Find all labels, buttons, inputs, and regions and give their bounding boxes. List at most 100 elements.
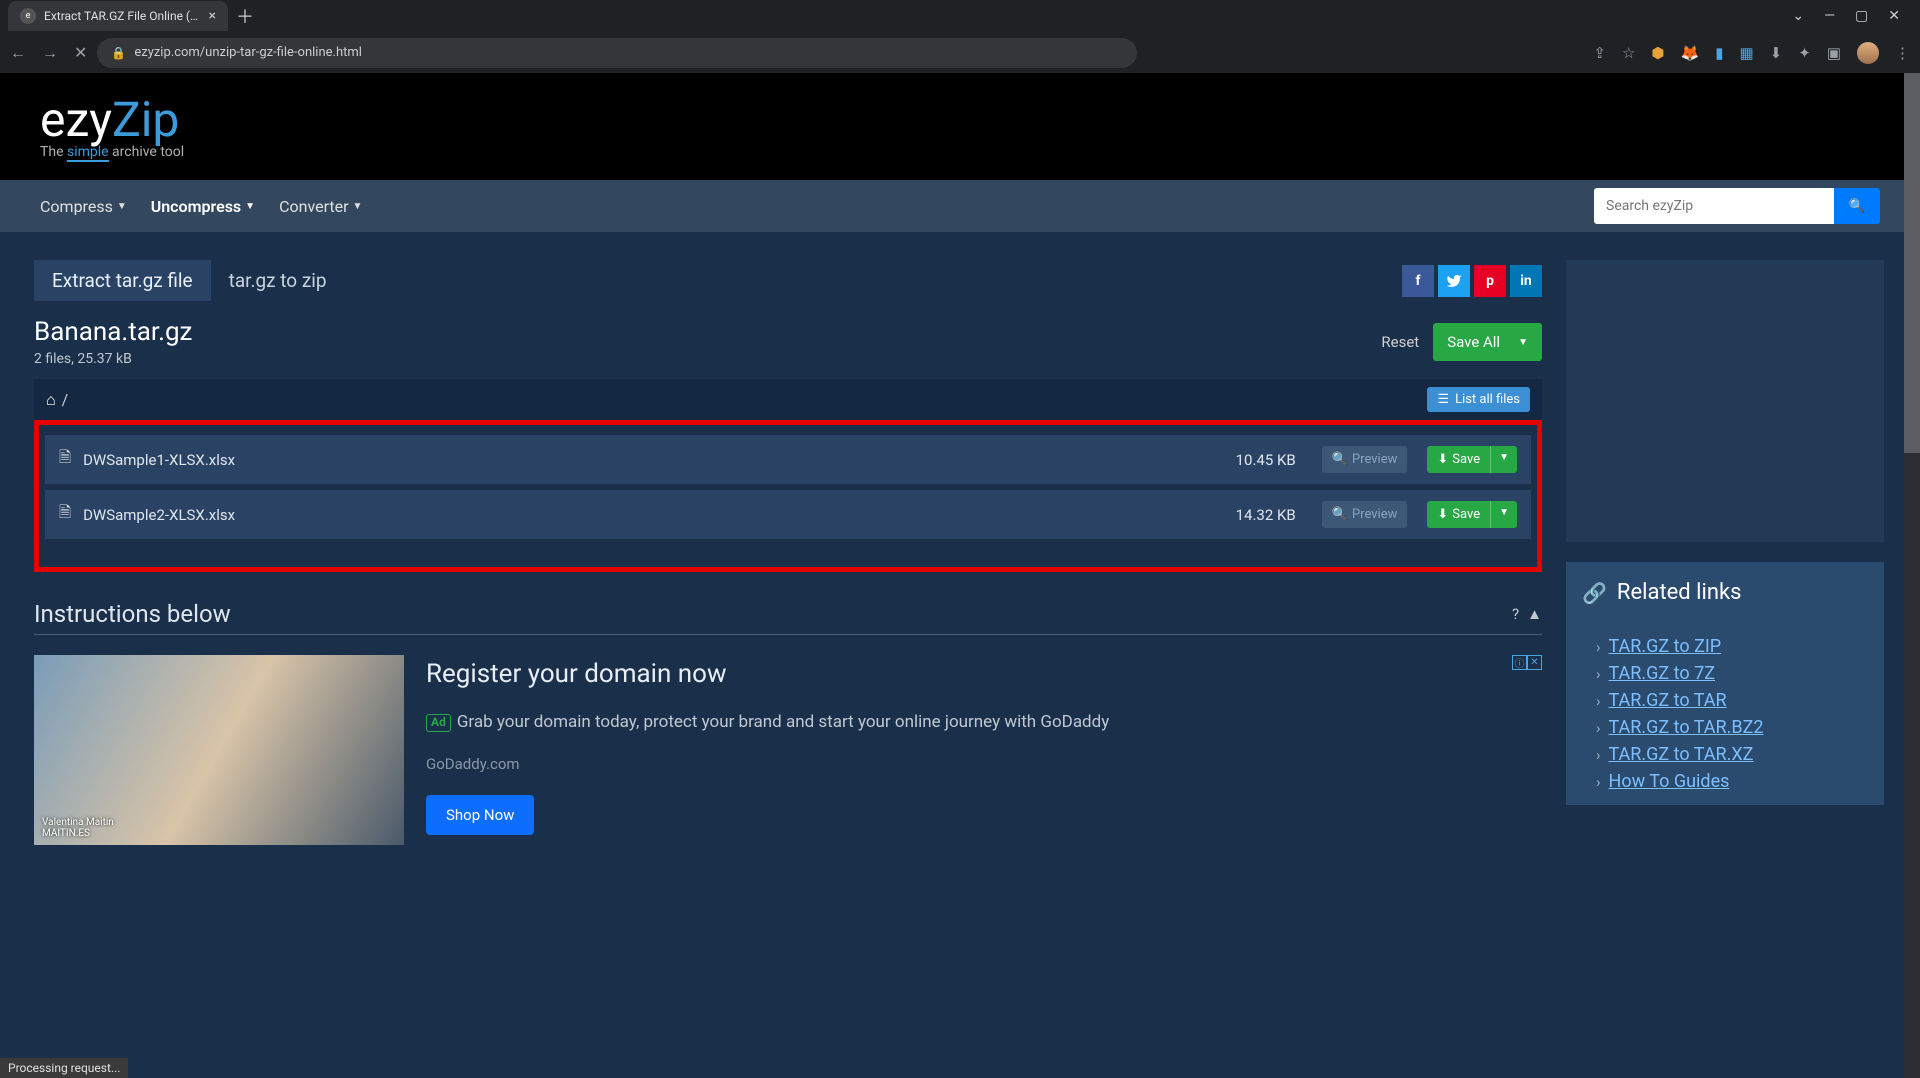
share-icon[interactable]: ⇪ xyxy=(1593,44,1606,62)
logo-part-1: ezy xyxy=(40,91,112,148)
table-row: 🗎 DWSample1-XLSX.xlsx 10.45 KB 🔍Preview … xyxy=(45,435,1531,484)
back-icon[interactable]: ← xyxy=(10,43,26,63)
file-name: DWSample2-XLSX.xlsx xyxy=(83,506,235,524)
stop-icon[interactable]: ✕ xyxy=(74,43,87,63)
list-item: › TAR.GZ to TAR.BZ2 xyxy=(1582,714,1868,741)
save-button[interactable]: ⬇Save xyxy=(1427,446,1490,473)
new-tab-button[interactable]: ＋ xyxy=(236,3,254,29)
browser-tab[interactable]: e Extract TAR.GZ File Online (No lim × xyxy=(8,1,228,31)
close-tab-icon[interactable]: × xyxy=(209,8,216,24)
save-dropdown[interactable]: ▼ xyxy=(1490,501,1517,528)
home-icon[interactable]: ⌂ xyxy=(46,390,56,410)
chevron-right-icon: › xyxy=(1596,719,1601,737)
archive-meta: 2 files, 25.37 kB xyxy=(34,351,192,367)
breadcrumb-sep: / xyxy=(62,390,69,409)
address-bar: ← → ✕ 🔒 ezyzip.com/unzip-tar-gz-file-onl… xyxy=(0,32,1920,73)
browser-chrome: e Extract TAR.GZ File Online (No lim × ＋… xyxy=(0,0,1920,73)
minimize-icon[interactable]: — xyxy=(1824,8,1835,24)
list-item: ›TAR.GZ to ZIP xyxy=(1582,633,1868,660)
preview-button[interactable]: 🔍Preview xyxy=(1322,446,1408,473)
download-icon: ⬇ xyxy=(1437,507,1448,522)
tab-title: Extract TAR.GZ File Online (No lim xyxy=(44,9,201,23)
ad-caption-2: MAITIN.ES xyxy=(42,828,114,839)
maximize-icon[interactable]: ▢ xyxy=(1855,8,1868,24)
collapse-up-icon[interactable]: ▲ xyxy=(1527,605,1542,623)
related-title: 🔗Related links xyxy=(1582,580,1868,605)
related-link[interactable]: TAR.GZ to ZIP xyxy=(1609,636,1722,657)
search-box: 🔍 xyxy=(1594,188,1880,224)
star-icon[interactable]: ☆ xyxy=(1622,44,1635,62)
status-bar: Processing request... xyxy=(0,1058,128,1078)
search-button[interactable]: 🔍 xyxy=(1834,188,1880,224)
ext-icon-3[interactable]: ▮ xyxy=(1715,44,1723,62)
chevron-right-icon: › xyxy=(1596,746,1601,764)
ext-icon-4[interactable]: ▦ xyxy=(1739,44,1753,62)
list-item: › TAR.GZ to TAR.XZ xyxy=(1582,741,1868,768)
list-item: ›How To Guides xyxy=(1582,768,1868,795)
logo[interactable]: ezyZip xyxy=(40,91,1880,148)
save-all-button[interactable]: Save All▼ xyxy=(1433,323,1542,361)
search-input[interactable] xyxy=(1594,188,1834,224)
scroll-thumb[interactable] xyxy=(1904,73,1920,453)
nav-compress[interactable]: Compress▼ xyxy=(40,197,127,216)
download-icon[interactable]: ⬇ xyxy=(1770,44,1783,62)
save-button[interactable]: ⬇Save xyxy=(1427,501,1490,528)
list-item: ›TAR.GZ to TAR xyxy=(1582,687,1868,714)
panel-icon[interactable]: ▣ xyxy=(1827,44,1841,62)
related-link[interactable]: TAR.GZ to TAR.BZ2 xyxy=(1609,717,1764,738)
link-icon: 🔗 xyxy=(1582,581,1607,605)
nav-converter[interactable]: Converter▼ xyxy=(279,197,362,216)
ad-block: Valentina Maitin MAITIN.ES Register your… xyxy=(34,655,1542,845)
file-name: DWSample1-XLSX.xlsx xyxy=(83,451,235,469)
ad-title[interactable]: Register your domain now xyxy=(426,659,1542,689)
url-field[interactable]: 🔒 ezyzip.com/unzip-tar-gz-file-online.ht… xyxy=(97,38,1137,68)
search-icon: 🔍 xyxy=(1849,199,1866,214)
favicon-icon: e xyxy=(20,8,36,24)
save-dropdown[interactable]: ▼ xyxy=(1490,446,1517,473)
preview-button[interactable]: 🔍Preview xyxy=(1322,501,1408,528)
social-buttons: f p in xyxy=(1402,265,1542,297)
pinterest-button[interactable]: p xyxy=(1474,265,1506,297)
search-icon: 🔍 xyxy=(1332,452,1348,467)
scrollbar[interactable] xyxy=(1904,73,1920,1078)
forward-icon[interactable]: → xyxy=(42,43,58,63)
related-link[interactable]: TAR.GZ to TAR xyxy=(1609,690,1727,711)
ad-choices[interactable]: ⓘ✕ xyxy=(1512,655,1542,670)
file-icon: 🗎 xyxy=(59,502,71,527)
lock-icon: 🔒 xyxy=(111,46,126,60)
ad-label: Ad xyxy=(426,714,451,732)
linkedin-button[interactable]: in xyxy=(1510,265,1542,297)
archive-name: Banana.tar.gz xyxy=(34,317,192,347)
list-all-button[interactable]: ☰List all files xyxy=(1427,387,1530,412)
chevron-right-icon: › xyxy=(1596,665,1601,683)
caret-down-icon: ▼ xyxy=(117,201,127,212)
facebook-button[interactable]: f xyxy=(1402,265,1434,297)
extensions-icon[interactable]: ✦ xyxy=(1798,44,1811,62)
tab-extract[interactable]: Extract tar.gz file xyxy=(34,260,211,301)
file-icon: 🗎 xyxy=(59,447,71,472)
related-link[interactable]: TAR.GZ to TAR.XZ xyxy=(1609,744,1754,765)
list-item: › TAR.GZ to 7Z xyxy=(1582,660,1868,687)
shop-now-button[interactable]: Shop Now xyxy=(426,795,534,835)
url-text: ezyzip.com/unzip-tar-gz-file-online.html xyxy=(134,45,362,60)
twitter-button[interactable] xyxy=(1438,265,1470,297)
chevron-down-icon[interactable]: ⌄ xyxy=(1792,8,1804,24)
ad-source: GoDaddy.com xyxy=(426,755,1542,773)
nav-uncompress[interactable]: Uncompress▼ xyxy=(151,197,255,216)
breadcrumb: ⌂ / ☰List all files xyxy=(34,379,1542,420)
help-icon[interactable]: ? xyxy=(1512,605,1519,623)
ext-icon-2[interactable]: 🦊 xyxy=(1681,44,1700,62)
ad-image[interactable]: Valentina Maitin MAITIN.ES xyxy=(34,655,404,845)
tab-to-zip[interactable]: tar.gz to zip xyxy=(211,260,345,301)
menu-icon[interactable]: ⋮ xyxy=(1895,44,1910,62)
close-window-icon[interactable]: ✕ xyxy=(1888,8,1900,24)
main-nav: Compress▼ Uncompress▼ Converter▼ 🔍 xyxy=(0,180,1920,232)
sidebar-ad[interactable] xyxy=(1566,260,1884,542)
related-link[interactable]: TAR.GZ to 7Z xyxy=(1609,663,1715,684)
window-controls: ⌄ — ▢ ✕ xyxy=(1792,8,1912,24)
ext-icon-1[interactable]: ⬢ xyxy=(1651,44,1664,62)
tab-bar: e Extract TAR.GZ File Online (No lim × ＋… xyxy=(0,0,1920,32)
reset-button[interactable]: Reset xyxy=(1381,333,1419,351)
avatar[interactable] xyxy=(1857,42,1879,64)
related-link[interactable]: How To Guides xyxy=(1609,771,1730,792)
